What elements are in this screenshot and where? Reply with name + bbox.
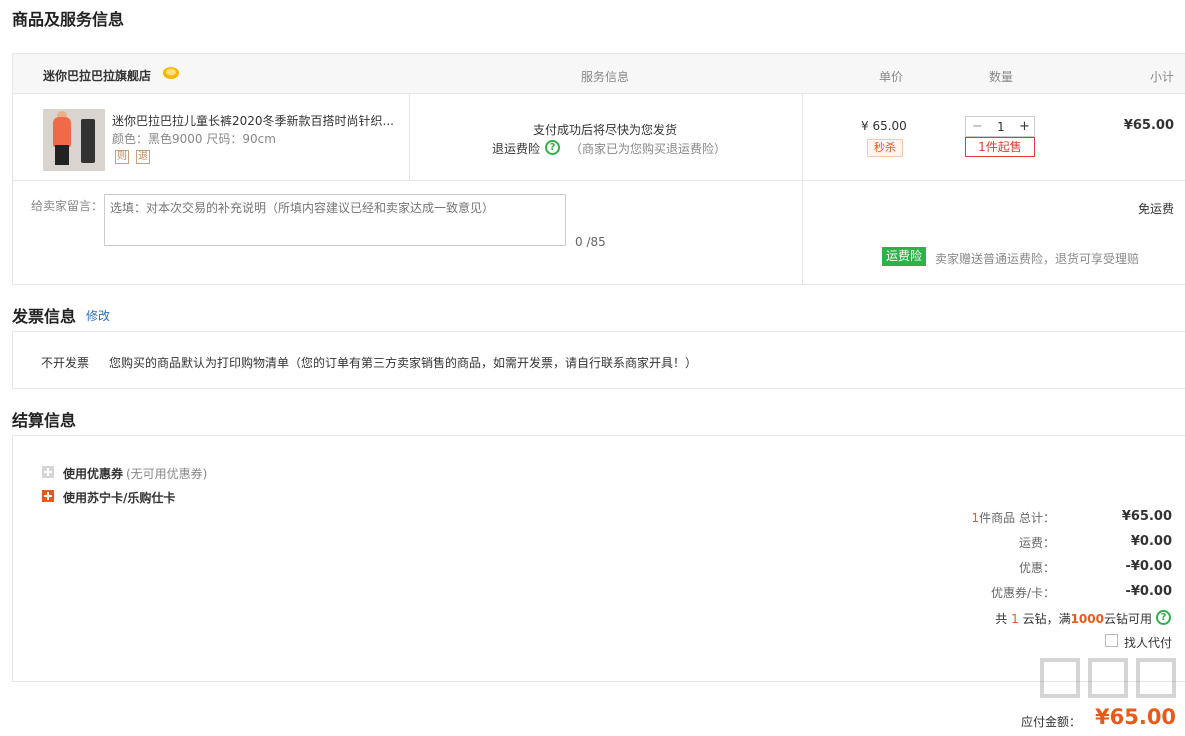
summary-total-row: 1件商品 总计： ¥65.00 — [872, 509, 1172, 527]
product-thumbnail[interactable] — [43, 109, 105, 171]
coupon-availability-note: (无可用优惠券) — [126, 467, 208, 481]
item-subtotal: ¥65.00 — [1123, 118, 1174, 133]
cloud-diamond-help-icon[interactable]: ? — [1156, 610, 1171, 625]
shipping-fee-label: 免运费 — [1137, 202, 1174, 216]
help-question-icon[interactable]: ? — [545, 140, 560, 155]
invoice-type: 不开发票 — [41, 356, 90, 370]
summary-shipping-row: 运费： ¥0.00 — [872, 534, 1172, 552]
settle-section-title: 结算信息 — [12, 411, 77, 430]
message-char-count: 0 /85 — [575, 235, 606, 249]
yz-prefix: 共 — [995, 612, 1008, 626]
return-insurance-label: 退运费险 — [492, 142, 541, 156]
divider — [12, 180, 1185, 181]
qty-plus-button[interactable]: + — [1019, 119, 1030, 134]
quantity-stepper: − 1 + — [965, 116, 1035, 137]
amount-due-value: ¥65.00 — [1095, 705, 1177, 729]
yz-mid: 云钻，满 — [1022, 612, 1071, 626]
summary-coupon-row: 优惠券/卡： -¥0.00 — [872, 584, 1172, 602]
shipping-insurance-note: 卖家赠送普通运费险，退货可享受理赔 — [935, 252, 1140, 266]
summary-coupon-value: -¥0.00 — [1125, 584, 1172, 599]
store-name-link[interactable]: 迷你巴拉巴拉旗舰店 — [43, 67, 151, 84]
seller-message-input[interactable] — [104, 194, 566, 246]
shipping-insurance-badge: 运费险 — [882, 247, 926, 266]
store-badge-icon — [163, 67, 179, 79]
service-tag-icon: 则 — [115, 150, 129, 164]
yz-count: 1 — [1011, 612, 1019, 626]
use-coupon-label[interactable]: 使用优惠券 — [63, 465, 123, 482]
product-attributes: 颜色：黑色9000 尺码：90cm — [112, 132, 276, 146]
summary-shipping-value: ¥0.00 — [1130, 534, 1172, 549]
qty-minus-button[interactable]: − — [972, 119, 983, 134]
summary-total-text: 件商品 总计： — [979, 511, 1055, 525]
use-gift-card-label[interactable]: 使用苏宁卡/乐购仕卡 — [63, 489, 175, 506]
header-unit-price: 单价 — [879, 70, 904, 84]
min-purchase-badge: 1件起售 — [965, 137, 1035, 157]
qty-value[interactable]: 1 — [997, 120, 1005, 134]
coupon-expand-icon[interactable] — [42, 466, 54, 478]
shipping-promise: 支付成功后将尽快为您发货 — [533, 123, 678, 137]
return-tag-icon: 退 — [136, 150, 150, 164]
header-subtotal: 小计 — [1150, 70, 1175, 84]
proxy-pay-checkbox[interactable] — [1105, 634, 1118, 647]
proxy-pay-label[interactable]: 找人代付 — [1124, 634, 1172, 651]
header-quantity: 数量 — [989, 70, 1014, 84]
yz-min: 1000 — [1070, 612, 1104, 626]
return-insurance-note: （商家已为您购买退运费险） — [570, 142, 727, 156]
summary-coupon-label: 优惠券/卡： — [990, 586, 1055, 600]
order-table-header: 迷你巴拉巴拉旗舰店 服务信息 单价 数量 小计 — [12, 53, 1185, 94]
invoice-section-title: 发票信息 — [12, 307, 77, 326]
cloud-diamond-info: 共 1 云钻，满1000云钻可用 — [995, 610, 1152, 627]
header-service: 服务信息 — [581, 70, 630, 84]
summary-total-value: ¥65.00 — [1121, 509, 1172, 524]
amount-due-label: 应付金额： — [1021, 715, 1082, 729]
watermark-logo-icon — [1040, 658, 1176, 698]
summary-discount-row: 优惠： -¥0.00 — [872, 559, 1172, 577]
summary-discount-label: 优惠： — [1018, 561, 1055, 575]
divider — [409, 94, 410, 180]
card-expand-icon[interactable] — [42, 490, 54, 502]
summary-discount-value: -¥0.00 — [1125, 559, 1172, 574]
goods-section-title: 商品及服务信息 — [12, 10, 125, 29]
divider — [802, 94, 803, 285]
invoice-edit-link[interactable]: 修改 — [86, 307, 110, 324]
flash-sale-badge: 秒杀 — [867, 139, 903, 157]
invoice-description: 您购买的商品默认为打印购物清单（您的订单有第三方卖家销售的商品，如需开发票，请自… — [109, 356, 698, 370]
product-name-link[interactable]: 迷你巴拉巴拉儿童长裤2020冬季新款百搭时尚针织... — [112, 112, 397, 129]
yz-suffix: 云钻可用 — [1103, 612, 1152, 626]
summary-total-label: 1件商品 总计： — [972, 509, 1055, 526]
seller-message-label: 给卖家留言： — [31, 199, 104, 213]
summary-shipping-label: 运费： — [1018, 536, 1055, 550]
unit-price: ¥ 65.00 — [861, 119, 907, 133]
